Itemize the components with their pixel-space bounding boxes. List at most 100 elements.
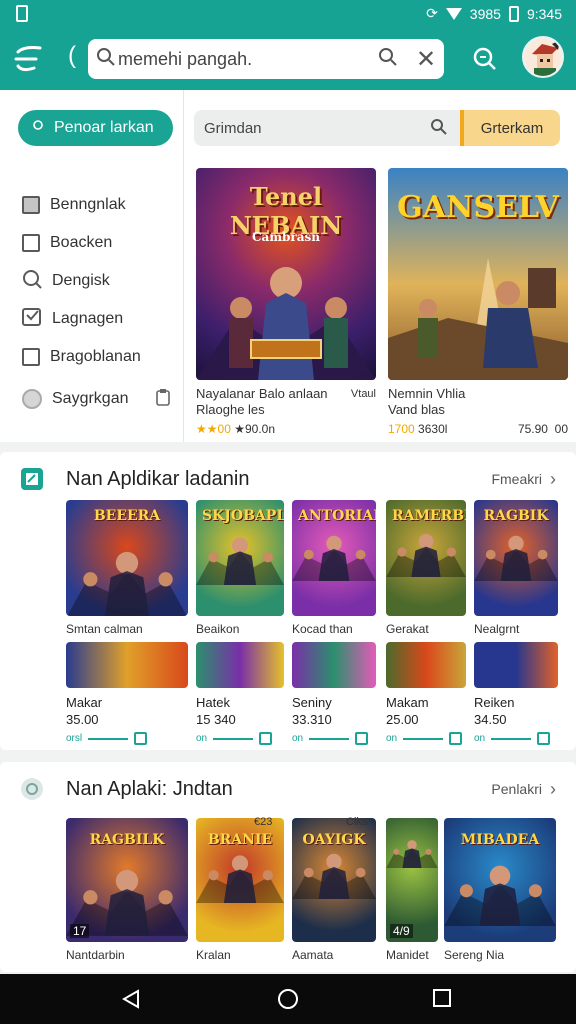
app-tile-name: Aamata: [292, 948, 334, 962]
back-icon[interactable]: [120, 988, 142, 1015]
price: ★90.0n: [234, 422, 276, 436]
screenshot-thumbnails[interactable]: [66, 642, 188, 688]
rating: ★★00: [196, 422, 231, 436]
circle-icon: [22, 389, 42, 409]
signal-text: 3985: [469, 5, 501, 22]
sidebar-item-label: Boacken: [50, 234, 113, 251]
chevron-right-icon[interactable]: ›: [550, 779, 556, 800]
card-subtitle: Rlaoghe les: [196, 402, 265, 417]
sidebar-item-label: Lagnagen: [52, 310, 124, 327]
battery-saver-icon: [16, 5, 28, 22]
app-tile[interactable]: RAGBIK: [474, 500, 558, 616]
screenshot-thumbnails[interactable]: [474, 642, 558, 688]
search-submit-icon[interactable]: [378, 47, 408, 72]
app-tile-name: Smtan calman: [66, 622, 143, 636]
install-badge: on: [474, 733, 486, 744]
status-indicators: ⟳ 3985 9:345: [426, 5, 562, 22]
filter-button[interactable]: Grterkam: [460, 110, 560, 146]
game-artwork: GANSELV: [388, 168, 568, 380]
download-icon[interactable]: [537, 732, 551, 745]
clear-search-icon[interactable]: ✕: [408, 45, 444, 74]
install-badge: on: [196, 733, 208, 744]
voice-search-icon[interactable]: [470, 44, 500, 79]
clipboard-icon[interactable]: [155, 388, 171, 411]
square-filled-icon: [22, 196, 40, 214]
app-tile-name: Beaikon: [196, 622, 240, 636]
artwork-title: MIBADEA: [460, 832, 540, 848]
progress-line: [309, 737, 350, 740]
see-more-link[interactable]: Penlakri: [491, 781, 542, 797]
artwork-title: RAMERBET: [392, 508, 466, 524]
featured-panel: Grimdan Grterkam Tenel NEBAIN Cambrasn N…: [184, 90, 576, 442]
filter-input[interactable]: Grimdan: [194, 110, 460, 146]
navigation-bar: [0, 974, 576, 1024]
primary-action-button[interactable]: Penoar larkan: [18, 110, 173, 146]
app-price-block: Reiken 34.50 on: [474, 694, 576, 747]
tile-top-label: €23: [254, 816, 273, 828]
menu-logo-icon[interactable]: [12, 44, 46, 74]
search-circle-icon: [22, 269, 42, 294]
app-tile[interactable]: ANTORIAN: [292, 500, 376, 616]
sidebar-item[interactable]: Dengisk: [22, 262, 171, 300]
sidebar-item-label: Dengisk: [52, 272, 110, 289]
recents-icon[interactable]: [432, 988, 452, 1013]
search-input[interactable]: memehi pangah.: [118, 49, 378, 70]
app-tile-name: Sereng Nia: [444, 948, 505, 962]
sidebar-item-label: Bragoblanan: [50, 348, 141, 365]
app-tile[interactable]: BRANIE: [196, 818, 284, 942]
app-tile-name: Manidet: [386, 948, 429, 962]
search-bar[interactable]: memehi pangah. ✕: [88, 39, 444, 79]
avatar[interactable]: [522, 36, 564, 78]
sidebar-item[interactable]: Benngnlak: [22, 186, 171, 224]
screenshot-thumbnails[interactable]: [196, 642, 284, 688]
clock: 9:345: [526, 5, 562, 22]
tile-badge: 4/9: [390, 924, 413, 938]
see-more-link[interactable]: Fmeakri: [491, 471, 542, 487]
screenshot-thumbnails[interactable]: [292, 642, 376, 688]
primary-action-label: Penoar larkan: [54, 119, 154, 136]
install-progress: orsl: [66, 730, 176, 747]
artwork-title: GANSELV: [397, 190, 559, 225]
chevron-right-icon[interactable]: ›: [550, 469, 556, 490]
download-icon[interactable]: [134, 732, 148, 745]
price: 3630l: [418, 422, 448, 436]
app-tile[interactable]: RAGBILK 17: [66, 818, 188, 942]
search-icon[interactable]: [430, 118, 448, 140]
app-bar: ( memehi pangah. ✕: [0, 28, 576, 90]
artwork-title: OAYIGK: [302, 832, 366, 848]
download-icon[interactable]: [355, 732, 369, 745]
sidebar-item[interactable]: Boacken: [22, 224, 171, 262]
section-icon: [20, 777, 44, 801]
section-header: Nan Apldikar ladanin Fmeakri ›: [20, 464, 556, 494]
artwork-title: BEEERA: [93, 508, 161, 524]
progress-line: [213, 737, 254, 740]
sidebar-item[interactable]: Bragoblanan: [22, 338, 171, 376]
square-icon: [22, 348, 40, 366]
card-title: Nemnin Vhlia Vand blas: [388, 386, 568, 418]
app-tile[interactable]: SKJOBAPL: [196, 500, 284, 616]
screenshot-thumbnails[interactable]: [386, 642, 466, 688]
install-badge: orsl: [66, 733, 83, 744]
app-tile[interactable]: MIBADEA: [444, 818, 556, 942]
app-tile[interactable]: 4/9: [386, 818, 438, 942]
section-title: Nan Apldikar ladanin: [66, 467, 250, 490]
artwork-title: RAGBIK: [483, 508, 549, 524]
featured-card[interactable]: Tenel NEBAIN Cambrasn Nayalanar Balo anl…: [196, 168, 376, 436]
app-price: 34.50: [474, 712, 507, 727]
app-tile[interactable]: RAMERBET: [386, 500, 466, 616]
sidebar-item-label: Saygrkgan: [52, 390, 129, 407]
download-icon[interactable]: [449, 732, 463, 745]
home-icon[interactable]: [277, 988, 299, 1015]
artwork-title: SKJOBAPL: [202, 508, 284, 524]
artwork-title: BRANIE: [207, 832, 273, 848]
progress-line: [403, 737, 444, 740]
sidebar-item[interactable]: Lagnagen: [22, 300, 171, 338]
app-tile[interactable]: OAYIGK: [292, 818, 376, 942]
tile-top-label: Ciks: [346, 816, 368, 828]
featured-card[interactable]: GANSELV Nemnin Vhlia Vand blas 1700 3630…: [388, 168, 568, 436]
install-progress: on: [474, 730, 576, 747]
sidebar-item[interactable]: Saygrkgan: [22, 380, 171, 418]
back-arrow-icon[interactable]: (: [68, 42, 76, 70]
app-tile[interactable]: BEEERA: [66, 500, 188, 616]
download-icon[interactable]: [259, 732, 273, 745]
